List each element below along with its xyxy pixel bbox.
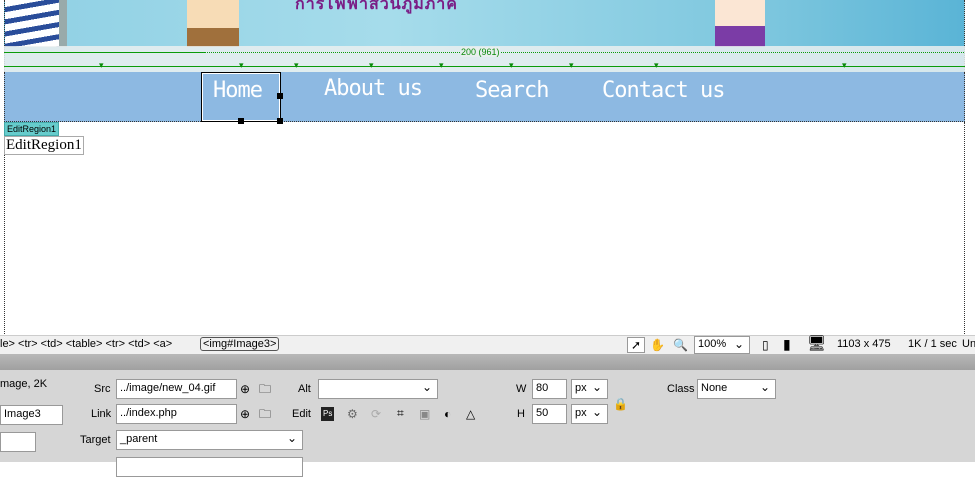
image-id-input[interactable]: Image3 <box>0 405 63 425</box>
zoom-tool-icon[interactable]: 🔍 <box>673 338 688 352</box>
edit-region-tab[interactable]: EditRegion1 <box>4 122 60 136</box>
link-label: Link <box>91 408 112 420</box>
point-to-file-icon[interactable]: ⊕ <box>240 382 250 396</box>
pointer-tool-icon[interactable]: ➚ <box>627 337 646 353</box>
w-label: W <box>516 383 527 395</box>
cartoon-girl <box>715 0 765 47</box>
nav-search[interactable]: Search <box>475 78 549 103</box>
desktop-size-icon[interactable]: 🖥 <box>807 336 826 351</box>
encoding: Un <box>962 338 975 350</box>
nav-bar: Home About us Search Contact us <box>4 72 965 122</box>
selected-tag[interactable]: <img#Image3> <box>200 337 280 351</box>
image-type: mage, 2K <box>0 378 48 390</box>
class-label: Class <box>667 383 695 395</box>
hand-tool-icon[interactable]: ✋ <box>650 338 665 352</box>
link-input[interactable]: ../index.php <box>116 404 237 424</box>
download-size: 1K / 1 sec <box>908 338 957 350</box>
brightness-contrast-icon[interactable]: ◐ <box>444 407 451 421</box>
tablet-size-icon[interactable]: ▮ <box>783 337 791 351</box>
map-input[interactable] <box>0 432 36 452</box>
photoshop-icon[interactable]: Ps <box>321 407 335 421</box>
width-input[interactable]: 80 <box>532 379 567 399</box>
lock-icon[interactable]: 🔒 <box>613 397 628 411</box>
src-label: Src <box>94 383 111 395</box>
nav-about-us[interactable]: About us <box>324 76 423 101</box>
point-to-file-icon-2[interactable]: ⊕ <box>240 407 250 421</box>
height-input[interactable]: 50 <box>532 404 567 424</box>
folder-icon[interactable]: 🗀 <box>259 382 271 396</box>
folder-icon-2[interactable]: 🗀 <box>259 407 271 421</box>
design-view: การไฟฟ้าส่วนภูมิภาค 200 (961) ▾ ▾ ▾ ▾ ▾ ▾ ▾ ▾ ▾ … <box>0 0 975 335</box>
class-select[interactable]: None <box>697 379 776 399</box>
edit-label: Edit <box>292 408 311 420</box>
crop-icon[interactable]: ⌗ <box>397 406 404 420</box>
banner-title: การไฟฟ้าส่วนภูมิภาค <box>295 0 458 13</box>
status-bar: le> <tr> <td> <table> <tr> <td> <a> <img… <box>0 335 975 354</box>
src-input[interactable]: ../image/new_04.gif <box>116 379 237 399</box>
height-unit-select[interactable]: px <box>571 404 608 424</box>
width-unit-select[interactable]: px <box>571 379 608 399</box>
h-label: H <box>517 408 525 420</box>
resample-icon[interactable]: ▣ <box>419 407 430 421</box>
properties-panel: mage, 2K Image3 Src ../image/new_04.gif … <box>0 370 975 477</box>
target-label: Target <box>80 434 111 446</box>
window-size[interactable]: 1103 x 475 <box>837 338 891 350</box>
update-from-original-icon[interactable]: ⟳ <box>371 407 381 421</box>
optimize-icon[interactable]: ⚙ <box>347 407 358 421</box>
mobile-size-icon[interactable]: ▯ <box>762 338 769 352</box>
table-width-ruler[interactable]: 200 (961) ▾ ▾ ▾ ▾ ▾ ▾ ▾ ▾ ▾ <box>4 46 965 72</box>
original-input[interactable] <box>116 457 303 477</box>
page-frame <box>4 122 965 334</box>
edit-region-content[interactable]: EditRegion1 <box>4 136 84 155</box>
nav-contact-us[interactable]: Contact us <box>602 78 725 103</box>
cartoon-boy <box>187 0 239 47</box>
tag-selector[interactable]: le> <tr> <td> <table> <tr> <td> <a> <box>0 338 172 350</box>
width-label[interactable]: 200 (961) <box>461 47 500 57</box>
alt-label: Alt <box>298 383 311 395</box>
target-select[interactable]: _parent <box>116 430 303 450</box>
building-graphic <box>5 0 67 47</box>
selected-image-home[interactable] <box>201 72 283 124</box>
zoom-select[interactable]: 100% <box>694 336 750 354</box>
properties-panel-header[interactable] <box>0 354 975 370</box>
alt-input[interactable] <box>318 379 438 399</box>
sharpen-icon[interactable]: △ <box>466 407 475 421</box>
